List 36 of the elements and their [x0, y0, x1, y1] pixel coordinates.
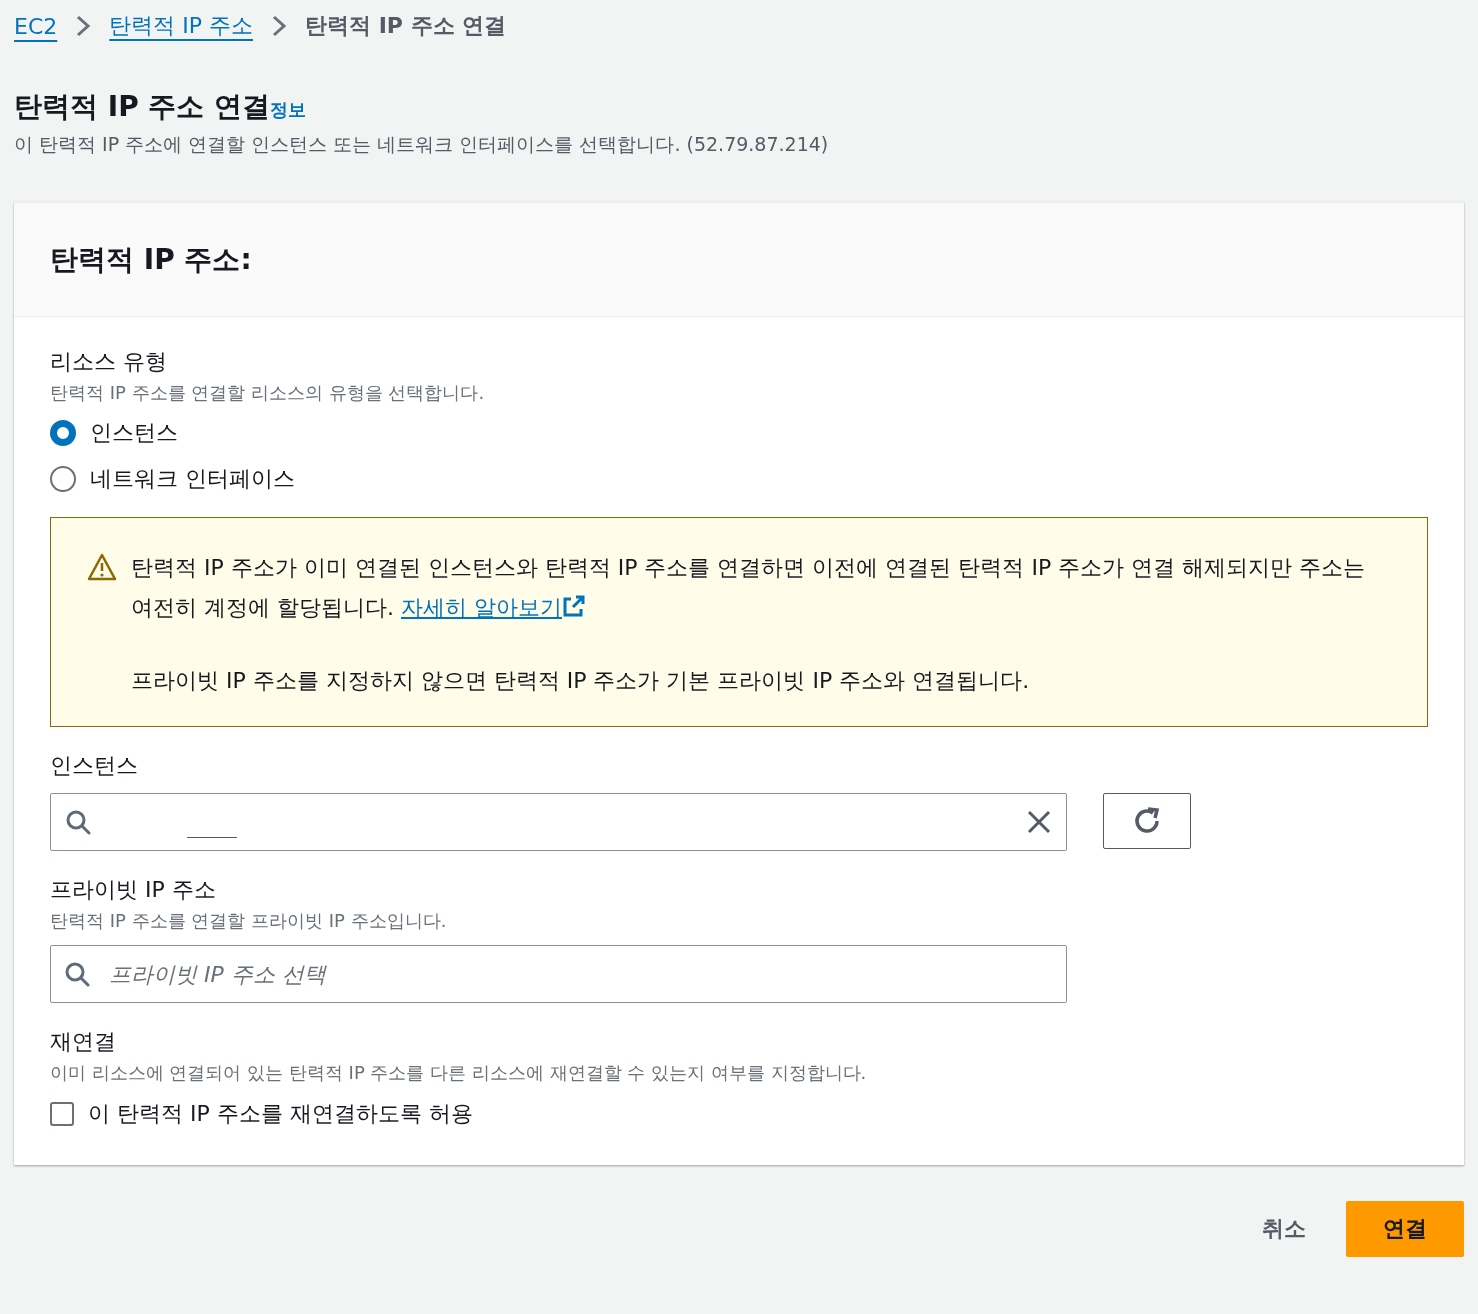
- associate-button[interactable]: 연결: [1346, 1201, 1464, 1257]
- breadcrumb-link[interactable]: EC2: [14, 13, 58, 39]
- checkbox-label: 이 탄력적 IP 주소를 재연결하도록 허용: [88, 1100, 473, 1128]
- clear-icon[interactable]: [1026, 809, 1052, 835]
- info-link[interactable]: 정보: [270, 98, 307, 122]
- breadcrumb-link[interactable]: 탄력적 IP 주소: [109, 11, 253, 41]
- warning-note: 프라이빗 IP 주소를 지정하지 않으면 탄력적 IP 주소가 기본 프라이빗 IP 주소와 연결됩니다.: [131, 667, 1031, 695]
- instance-search-field[interactable]: [50, 793, 1067, 851]
- external-link-icon: [562, 594, 586, 618]
- card-title: 탄력적 IP 주소:: [50, 241, 252, 278]
- radio-label: 인스턴스: [90, 419, 178, 447]
- field-label: 리소스 유형: [50, 348, 168, 376]
- chevron-right-icon: [75, 14, 92, 38]
- private-ip-search-field[interactable]: 프라이빗 IP 주소 선택: [50, 945, 1067, 1003]
- page-title: 탄력적 IP 주소 연결: [14, 89, 271, 125]
- learn-more-link[interactable]: 자세히 알아보기: [401, 595, 586, 620]
- warning-icon: [87, 552, 117, 582]
- search-icon: [64, 961, 90, 987]
- redacted-value-line: [187, 836, 237, 838]
- search-icon: [65, 809, 91, 835]
- cancel-button[interactable]: 취소: [1258, 1201, 1310, 1257]
- field-description: 탄력적 IP 주소를 연결할 프라이빗 IP 주소입니다.: [50, 909, 448, 933]
- breadcrumb-current: 탄력적 IP 주소 연결: [305, 12, 507, 40]
- warning-text: 탄력적 IP 주소가 이미 연결된 인스턴스와 탄력적 IP 주소를 연결하면 이전에 연결된 탄력적 IP 주소가 연결 해제되지만 주소는 여전히 계정에 할당됩니다. 자세히 알아보기: [131, 554, 1367, 622]
- field-label: 재연결: [50, 1028, 117, 1056]
- field-description: 이미 리소스에 연결되어 있는 탄력적 IP 주소를 다른 리소스에 재연결할 수 있는지 여부를 지정합니다.: [50, 1061, 868, 1085]
- chevron-right-icon: [271, 14, 287, 38]
- checkbox[interactable]: [50, 1102, 74, 1126]
- radio-label: 네트워크 인터페이스: [90, 465, 295, 493]
- field-label: 인스턴스: [50, 752, 139, 780]
- radio-button[interactable]: [50, 420, 76, 446]
- page-description: 이 탄력적 IP 주소에 연결할 인스턴스 또는 네트워크 인터페이스를 선택합니다. (52.79.87.214): [14, 132, 830, 157]
- field-description: 탄력적 IP 주소를 연결할 리소스의 유형을 선택합니다.: [50, 381, 486, 405]
- radio-button[interactable]: [50, 466, 76, 492]
- field-label: 프라이빗 IP 주소: [50, 876, 217, 904]
- refresh-button[interactable]: [1103, 793, 1191, 849]
